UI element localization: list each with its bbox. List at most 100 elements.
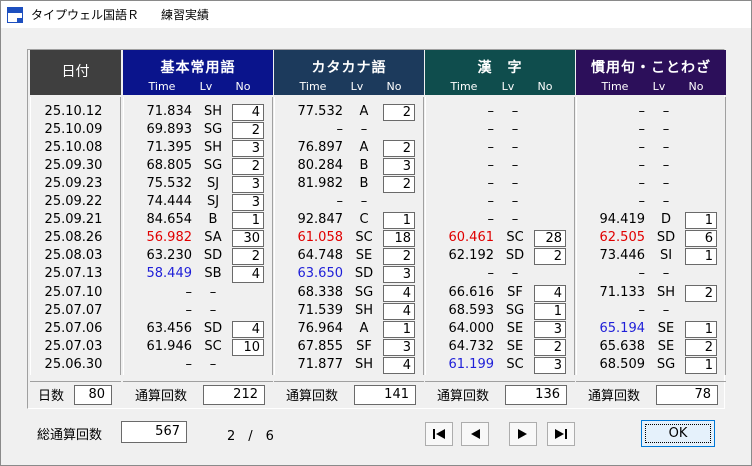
time-subheader: Time [299, 80, 327, 93]
date-row: 25.08.03 [31, 247, 120, 265]
date-list: 25.10.12 25.10.09 25.10.08 25.09.30 25.09.23… [30, 97, 121, 375]
time-cell: 73.446 [599, 248, 646, 264]
record-row: 63.230 SD 2 [124, 247, 272, 266]
time-cell: 58.449 [146, 266, 193, 282]
previous-page-button[interactable] [461, 422, 489, 446]
record-row: – – [426, 175, 574, 193]
record-row: 67.855 SF 3 [275, 338, 423, 356]
level-cell: SE [506, 338, 524, 354]
grand-total-value: 567 [121, 421, 187, 443]
total-value: 212 [203, 385, 265, 405]
category-header: 基本常用語 Time Lv No [123, 50, 273, 95]
level-cell: – [662, 122, 670, 138]
column-subheaders: Time Lv No [425, 80, 575, 93]
category-kanji: 漢 字 Time Lv No – – – – – – – – – – – – – –60.461 SC 28 62.19… [425, 50, 575, 408]
record-row: 56.982 SA 30 [124, 229, 272, 248]
time-cell: – [487, 266, 495, 282]
record-row: 71.834 SH 4 [124, 103, 272, 121]
level-cell: B [359, 176, 369, 192]
record-row: 65.638 SE 2 [577, 338, 725, 356]
count-cell: 3 [534, 320, 566, 338]
time-cell: 69.893 [146, 122, 193, 138]
date-column: 日付 25.10.12 25.10.09 25.10.08 25.09.30 25.09… [30, 50, 121, 408]
time-cell: – [185, 356, 193, 372]
count-cell: 1 [232, 212, 264, 230]
level-cell: – [662, 266, 670, 282]
count-cell: 4 [383, 356, 415, 374]
count-cell: 4 [383, 284, 415, 302]
record-row: – – [577, 103, 725, 121]
level-cell: – [662, 140, 670, 156]
date-row: 25.07.10 [31, 284, 120, 302]
time-cell: 60.461 [448, 230, 495, 246]
record-row: 68.338 SG 4 [275, 284, 423, 302]
record-row: 76.964 A 1 [275, 320, 423, 338]
record-row: – – [426, 121, 574, 139]
time-cell: 63.230 [146, 248, 193, 264]
record-row: – – [577, 175, 725, 193]
time-cell: 68.338 [297, 284, 344, 300]
record-row: 71.877 SH 4 [275, 356, 423, 374]
record-row: – – [124, 356, 272, 374]
record-row: 71.133 SH 2 [577, 284, 725, 302]
count-cell: 2 [685, 284, 717, 302]
record-row: – – [124, 284, 272, 302]
next-page-button[interactable] [509, 422, 537, 446]
level-cell: B [359, 158, 369, 174]
record-row: – – [577, 193, 725, 211]
time-cell: – [185, 302, 193, 318]
date-cell: 25.10.08 [44, 140, 103, 156]
time-cell: – [638, 266, 646, 282]
record-row: 81.982 B 2 [275, 175, 423, 194]
total-label: 通算回数 [135, 388, 188, 404]
record-row: 68.805 SG 2 [124, 157, 272, 176]
last-page-button[interactable] [547, 422, 575, 446]
count-cell: 4 [534, 284, 566, 302]
level-cell: SJ [206, 194, 220, 210]
time-cell: 77.532 [297, 104, 344, 119]
level-cell: – [662, 176, 670, 192]
record-row: 68.593 SG 1 [426, 302, 574, 320]
category-kihon-joyogo: 基本常用語 Time Lv No 71.834 SH 4 69.893 SG 2 71.395 SH 3… [123, 50, 273, 408]
record-table: 日付 25.10.12 25.10.09 25.10.08 25.09.30 25.09… [27, 49, 726, 409]
level-cell: – [662, 302, 670, 318]
count-cell: 2 [383, 140, 415, 158]
record-row: – – [275, 121, 423, 139]
date-cell: 25.09.21 [44, 212, 103, 228]
category-total-footer: 通算回数 141 [274, 381, 424, 406]
record-row: 60.461 SC 28 [426, 229, 574, 248]
date-row: 25.09.30 [31, 157, 120, 175]
ok-button[interactable]: OK [641, 420, 715, 447]
first-page-button[interactable] [425, 422, 453, 446]
time-cell: 71.539 [297, 302, 344, 318]
record-row: 63.456 SD 4 [124, 320, 272, 338]
time-cell: 71.877 [297, 356, 344, 372]
window-subtitle: 練習実績 [161, 8, 210, 22]
record-row: 77.532 A 2 [275, 103, 423, 121]
time-cell: – [336, 194, 344, 210]
record-row: – – [577, 121, 725, 139]
time-cell: – [185, 284, 193, 300]
date-cell: 25.07.07 [44, 302, 103, 318]
level-cell: C [359, 212, 369, 228]
time-cell: 68.805 [146, 158, 193, 174]
level-cell: B [208, 212, 218, 228]
record-row: 61.946 SC 10 [124, 338, 272, 356]
time-cell: 84.654 [146, 212, 193, 228]
time-cell: – [336, 122, 344, 138]
time-cell: – [638, 194, 646, 210]
category-header: 慣用句・ことわざ Time Lv No [576, 50, 726, 95]
title-bar[interactable]: タイプウェル国語Ｒ 練習実績 [1, 1, 751, 28]
time-cell: 68.509 [599, 356, 646, 372]
level-cell: – [662, 158, 670, 174]
number-subheader: No [386, 80, 402, 93]
count-cell: 2 [383, 176, 415, 194]
date-cell: 25.09.30 [44, 158, 103, 174]
record-row: – – [275, 193, 423, 211]
time-cell: 74.444 [146, 194, 193, 210]
record-row: – – [426, 193, 574, 211]
level-cell: SH [203, 104, 223, 119]
record-row: 75.532 SJ 3 [124, 175, 272, 194]
time-cell: 61.199 [448, 356, 495, 372]
record-row: – – [426, 211, 574, 229]
